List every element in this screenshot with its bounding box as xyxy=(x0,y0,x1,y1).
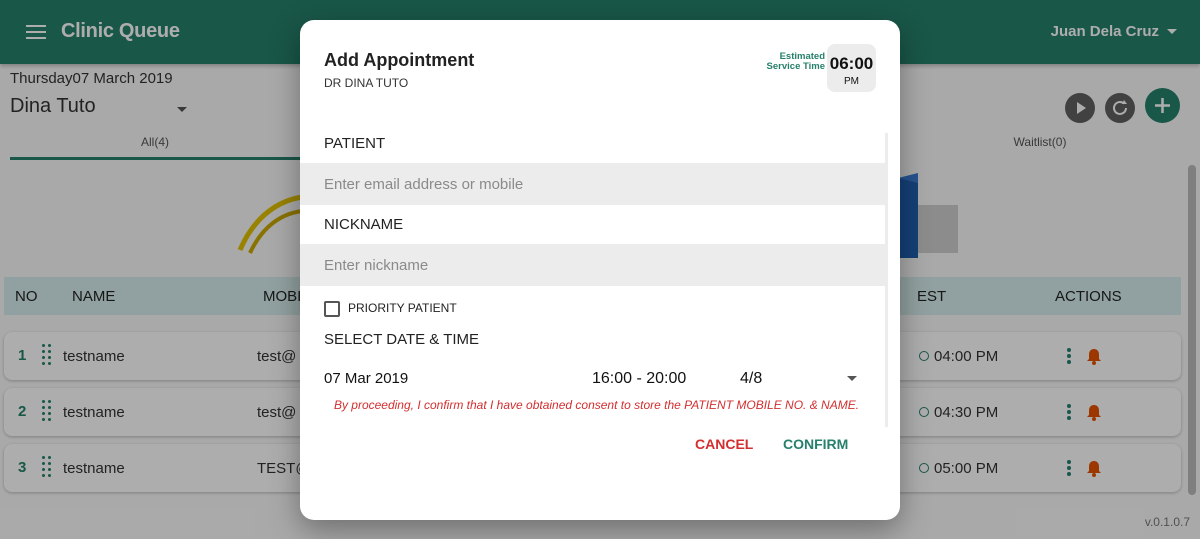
estimated-time-ampm: PM xyxy=(844,76,859,87)
appointment-time-range[interactable]: 16:00 - 20:00 xyxy=(592,370,686,388)
confirm-button[interactable]: CONFIRM xyxy=(783,436,848,452)
priority-patient-label[interactable]: PRIORITY PATIENT xyxy=(348,301,457,315)
chevron-down-icon[interactable] xyxy=(847,376,857,381)
patient-label: PATIENT xyxy=(324,135,386,152)
nickname-label: NICKNAME xyxy=(324,216,404,233)
patient-input[interactable] xyxy=(324,163,864,205)
nickname-field xyxy=(300,244,885,286)
nickname-input[interactable] xyxy=(324,244,864,286)
select-datetime-label: SELECT DATE & TIME xyxy=(324,331,480,348)
dialog-scrollbar[interactable] xyxy=(885,133,888,427)
estimated-time-value: 06:00 xyxy=(829,54,874,73)
estimated-service-time: 06:00 PM xyxy=(827,44,876,92)
appointment-slots[interactable]: 4/8 xyxy=(740,370,762,388)
dialog-title: Add Appointment xyxy=(324,50,475,70)
add-appointment-dialog: Add Appointment DR DINA TUTO Estimated S… xyxy=(300,20,900,520)
estimated-service-time-label: Estimated Service Time xyxy=(766,51,825,72)
appointment-date[interactable]: 07 Mar 2019 xyxy=(324,370,408,387)
dialog-subtitle: DR DINA TUTO xyxy=(324,76,409,90)
patient-field xyxy=(300,163,885,205)
priority-patient-checkbox[interactable] xyxy=(324,301,340,317)
dialog-body: PATIENT NICKNAME PRIORITY PATIENT SELECT… xyxy=(300,133,885,427)
cancel-button[interactable]: CANCEL xyxy=(695,436,753,452)
consent-notice: By proceeding, I confirm that I have obt… xyxy=(333,398,860,412)
